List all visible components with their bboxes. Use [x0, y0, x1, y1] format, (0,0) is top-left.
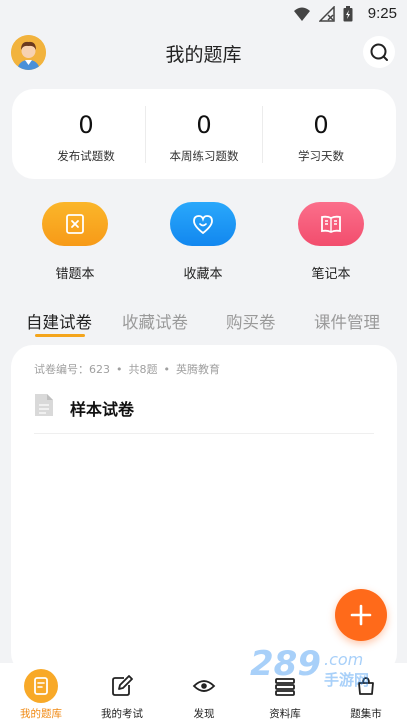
battery-icon	[343, 6, 353, 22]
stat-label: 发布试题数	[57, 149, 115, 163]
stat-study-days: 0 学习天数	[257, 89, 385, 179]
tab-favorited[interactable]: 收藏试卷	[122, 309, 188, 333]
stat-value: 0	[313, 111, 329, 139]
meta-separator: •	[116, 363, 123, 376]
page-title: 我的题库	[165, 44, 242, 66]
svg-text:.com: .com	[324, 650, 363, 669]
app-header: 我的题库	[0, 30, 407, 76]
no-signal-icon	[319, 6, 335, 22]
status-icons	[293, 6, 353, 22]
nav-item-discover[interactable]: 发现	[164, 663, 244, 723]
wrong-book-icon	[66, 214, 84, 234]
svg-text:289: 289	[250, 644, 321, 684]
nav-item-question-bank[interactable]: 我的题库	[1, 663, 81, 723]
stat-label: 本周练习题数	[169, 149, 239, 163]
stat-weekly-practice: 0 本周练习题数	[140, 89, 268, 179]
wifi-icon	[294, 7, 310, 21]
watermark-logo: 289 .com 手游网	[248, 643, 398, 691]
shortcut-label: 笔记本	[311, 267, 351, 282]
status-time: 9:25	[367, 5, 397, 22]
paper-tabs: 自建试卷 收藏试卷 购买卷 课件管理	[0, 309, 407, 343]
nav-label: 资料库	[269, 708, 301, 720]
stat-value: 0	[196, 111, 212, 139]
meta-separator: •	[163, 363, 171, 376]
favorites-button[interactable]	[170, 202, 236, 246]
question-bank-icon	[24, 669, 58, 703]
shortcut-wrong-questions[interactable]: 错题本	[30, 202, 120, 282]
status-bar: 9:25	[0, 0, 407, 30]
stat-label: 学习天数	[298, 149, 344, 163]
open-book-icon	[321, 215, 341, 234]
stat-value: 0	[78, 111, 94, 139]
search-icon	[370, 43, 388, 61]
notes-button[interactable]	[298, 202, 364, 246]
paper-name[interactable]: 样本试卷	[70, 396, 134, 420]
tab-self-built[interactable]: 自建试卷	[26, 309, 92, 333]
stat-published-questions: 0 发布试题数	[22, 89, 150, 179]
paper-org: 英腾教育	[176, 363, 220, 376]
shortcut-label: 收藏本	[183, 267, 223, 282]
paper-question-count: 共8题	[128, 363, 158, 376]
eye-icon	[187, 669, 221, 703]
plus-icon	[350, 604, 372, 626]
stats-card: 0 发布试题数 0 本周练习题数 0 学习天数	[12, 89, 396, 179]
nav-label: 我的考试	[101, 708, 143, 720]
shortcut-label: 错题本	[55, 267, 95, 282]
wrong-book-button[interactable]	[42, 202, 108, 246]
add-paper-button[interactable]	[335, 589, 387, 641]
search-button[interactable]	[363, 36, 395, 68]
exam-edit-icon	[105, 669, 139, 703]
nav-label: 题集市	[350, 708, 382, 720]
document-icon	[34, 393, 54, 421]
shortcut-favorites[interactable]: 收藏本	[158, 202, 248, 282]
paper-meta: 试卷编号：623 • 共8题 • 英腾教育	[34, 361, 220, 377]
nav-label: 我的题库	[20, 708, 62, 720]
tab-purchased[interactable]: 购买卷	[226, 309, 276, 333]
divider	[34, 433, 374, 434]
svg-text:手游网: 手游网	[324, 671, 369, 689]
shortcut-notes[interactable]: 笔记本	[286, 202, 376, 282]
nav-label: 发现	[193, 708, 215, 720]
paper-code: 试卷编号：623	[34, 363, 110, 376]
nav-item-my-exams[interactable]: 我的考试	[82, 663, 162, 723]
active-tab-indicator	[35, 334, 85, 337]
tab-courseware[interactable]: 课件管理	[314, 309, 380, 333]
heart-icon	[193, 215, 213, 235]
